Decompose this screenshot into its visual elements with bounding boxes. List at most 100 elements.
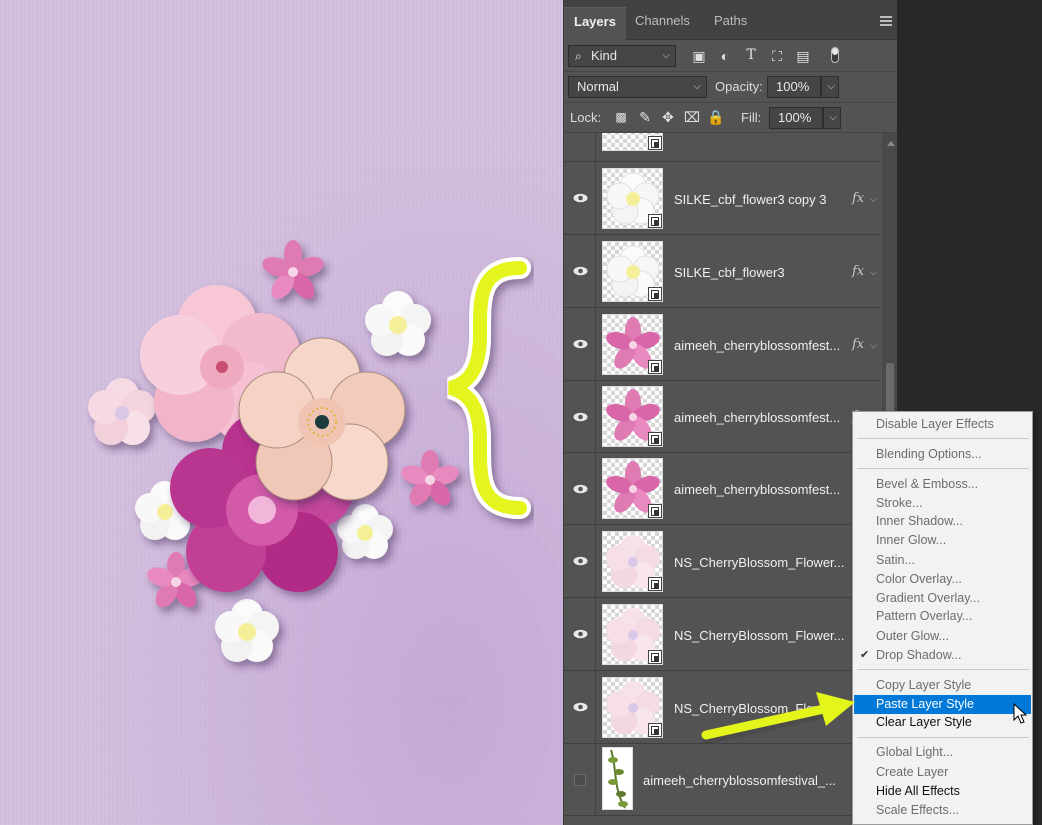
layer-name[interactable]: SILKE_cbf_flower3 [674,265,785,280]
shape-layer-filter-icon[interactable]: ⛶ [768,48,786,65]
layer-row[interactable]: NS_CherryBlossom_Flower... [564,525,880,598]
smart-object-badge-icon [648,650,662,664]
chevron-down-icon[interactable]: ⌵ [870,267,877,278]
chevron-down-icon: ⌵ [693,81,701,92]
tab-layers[interactable]: Layers [564,7,626,40]
filter-row: ⌕ Kind ⌵ ▣ ◐ T ⛶ ▤ [564,41,898,72]
layer-thumbnail-pale-flower [602,677,663,738]
menu-item-paste-layer-style[interactable]: Paste Layer Style [854,695,1031,714]
layer-row[interactable]: aimeeh_cherryblossomfest... [564,453,880,525]
type-layer-filter-icon[interactable]: T [742,47,760,63]
menu-item-outer-glow[interactable]: Outer Glow... [854,627,1031,646]
filter-toggle-switch[interactable] [831,47,839,63]
layer-name[interactable]: aimeeh_cherryblossomfestival_... [643,773,836,788]
layer-thumbnail-white-flower [602,168,663,229]
menu-item-satin[interactable]: Satin... [854,551,1031,570]
layer-row-hidden[interactable]: aimeeh_cherryblossomfestival_... [564,744,880,816]
eye-icon[interactable] [573,484,588,494]
blend-mode-select[interactable]: Normal ⌵ [568,76,707,98]
chevron-down-icon[interactable]: ⌵ [870,194,877,205]
visibility-column[interactable] [564,744,596,815]
smart-object-filter-icon[interactable]: ▤ [794,48,812,65]
menu-item-color-overlay[interactable]: Color Overlay... [854,570,1031,589]
menu-separator [857,737,1029,738]
lock-all-icon[interactable]: 🔒 [707,109,725,126]
visibility-column[interactable] [564,525,596,597]
smart-object-badge-icon [648,577,662,591]
chevron-down-icon[interactable]: ⌵ [870,340,877,351]
smart-object-badge-icon [648,360,662,374]
menu-item-create-layer[interactable]: Create Layer [854,763,1031,782]
layer-row[interactable]: aimeeh_cherryblossomfest... fx ⌵ [564,308,880,381]
layer-name[interactable]: aimeeh_cherryblossomfest... [674,338,840,353]
visibility-off-box[interactable] [574,774,586,786]
layer-row-partial[interactable] [564,133,880,162]
layer-row[interactable]: NS_CherryBlossom_Flower... [564,598,880,671]
opacity-input[interactable]: 100% [767,76,821,98]
menu-item-bevel-emboss[interactable]: Bevel & Emboss... [854,475,1031,494]
smart-object-badge-icon [648,136,662,150]
adjustment-layer-filter-icon[interactable]: ◐ [716,48,734,64]
layer-name[interactable]: NS_CherryBlossom_Flower... [674,555,845,570]
layer-name[interactable]: aimeeh_cherryblossomfest... [674,482,840,497]
eye-icon[interactable] [573,193,588,203]
menu-item-gradient-overlay[interactable]: Gradient Overlay... [854,589,1031,608]
visibility-column[interactable] [564,235,596,307]
visibility-column[interactable] [564,598,596,670]
eye-icon[interactable] [573,629,588,639]
lock-image-pixels-icon[interactable]: ✎ [636,109,654,126]
fill-input[interactable]: 100% [769,107,823,129]
visibility-column[interactable] [564,453,596,524]
fx-icon[interactable]: fx [852,337,864,352]
document-canvas[interactable] [0,0,563,825]
visibility-column[interactable] [564,162,596,234]
scroll-up-icon[interactable] [887,141,895,146]
eye-icon[interactable] [573,556,588,566]
pixel-layer-filter-icon[interactable]: ▣ [690,48,708,65]
visibility-column[interactable] [564,671,596,743]
layer-row[interactable]: SILKE_cbf_flower3 fx ⌵ [564,235,880,308]
panel-tab-bar: Layers Channels Paths [564,0,898,40]
artboard-nesting-icon[interactable]: ⌧ [683,109,701,126]
lock-position-icon[interactable]: ✥ [659,109,677,126]
eye-icon[interactable] [573,339,588,349]
eye-icon[interactable] [573,702,588,712]
menu-separator [857,468,1029,469]
menu-item-copy-layer-style[interactable]: Copy Layer Style [854,676,1031,695]
menu-item-blending-options[interactable]: Blending Options... [854,445,1031,464]
layer-name[interactable]: SILKE_cbf_flower3 copy 3 [674,192,826,207]
tab-paths[interactable]: Paths [704,7,757,40]
mouse-cursor-icon [1013,703,1028,724]
fill-dropdown[interactable]: ⌵ [823,107,841,129]
eye-icon[interactable] [573,412,588,422]
menu-item-stroke[interactable]: Stroke... [854,494,1031,513]
fx-icon[interactable]: fx [852,191,864,206]
opacity-dropdown[interactable]: ⌵ [821,76,839,98]
tab-channels[interactable]: Channels [625,7,700,40]
menu-item-scale-effects[interactable]: Scale Effects... [854,801,1031,820]
visibility-column[interactable] [564,133,596,161]
menu-item-inner-shadow[interactable]: Inner Shadow... [854,512,1031,531]
fx-icon[interactable]: fx [852,264,864,279]
filter-kind-select[interactable]: ⌕ Kind ⌵ [568,45,676,67]
layer-name[interactable]: aimeeh_cherryblossomfest... [674,410,840,425]
menu-item-inner-glow[interactable]: Inner Glow... [854,531,1031,550]
panel-menu-icon[interactable] [880,16,892,26]
blend-row: Normal ⌵ Opacity: 100% ⌵ [564,72,898,103]
layer-row[interactable]: SILKE_cbf_flower3 copy 3 fx ⌵ [564,162,880,235]
menu-item-disable-layer-effects[interactable]: Disable Layer Effects [854,415,1031,434]
layer-row[interactable]: aimeeh_cherryblossomfest... fx [564,381,880,453]
menu-item-hide-all-effects[interactable]: Hide All Effects [854,782,1031,801]
menu-item-pattern-overlay[interactable]: Pattern Overlay... [854,607,1031,626]
visibility-column[interactable] [564,308,596,380]
visibility-column[interactable] [564,381,596,452]
lock-transparent-pixels-icon[interactable]: ▩ [612,110,630,124]
menu-item-global-light[interactable]: Global Light... [854,743,1031,762]
menu-item-drop-shadow-label: Drop Shadow... [876,648,962,662]
menu-item-clear-layer-style[interactable]: Clear Layer Style [854,713,1031,732]
scrollbar-thumb[interactable] [886,363,894,413]
layer-name[interactable]: NS_CherryBlossom_Flower... [674,628,845,643]
menu-item-drop-shadow[interactable]: ✔ Drop Shadow... [854,646,1031,665]
opacity-value: 100% [776,79,810,94]
eye-icon[interactable] [573,266,588,276]
